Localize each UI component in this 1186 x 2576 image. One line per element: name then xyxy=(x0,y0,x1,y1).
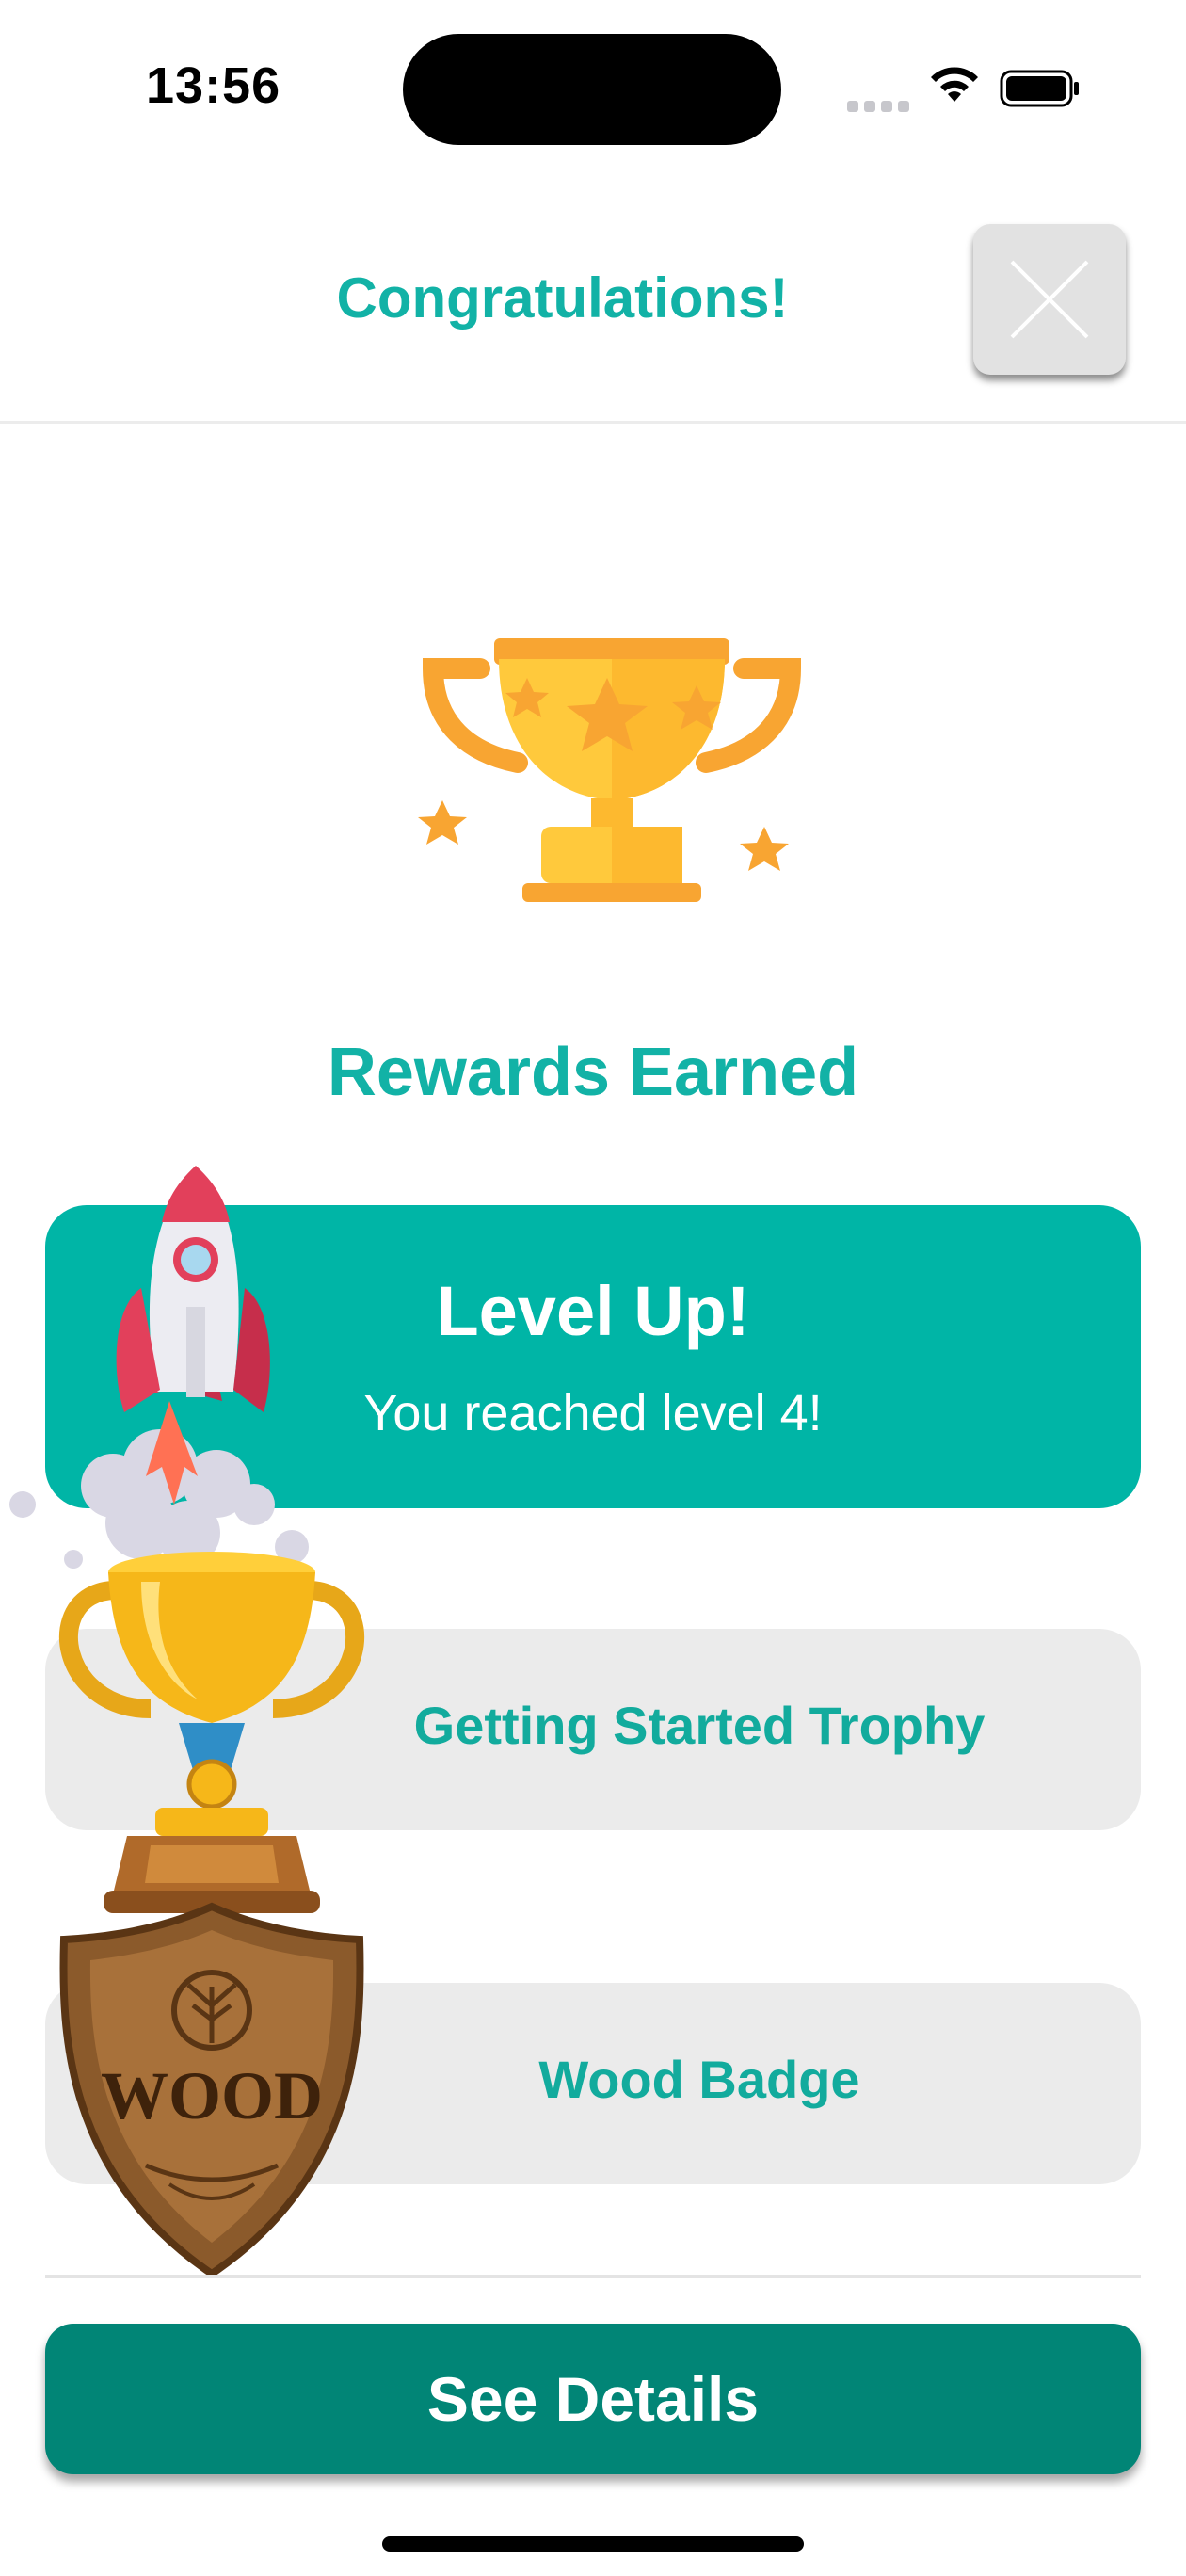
rocket-icon xyxy=(9,1166,309,1569)
page-title: Congratulations! xyxy=(336,266,789,330)
footer-divider xyxy=(45,2275,1141,2278)
home-indicator[interactable] xyxy=(382,2536,804,2552)
battery-icon xyxy=(1000,70,1079,107)
gold-trophy-icon xyxy=(58,1552,365,1913)
rewards-screen: 13:56 Congratulations! Rewards Earned Le… xyxy=(0,0,1186,2576)
status-time: 13:56 xyxy=(146,57,281,114)
close-icon xyxy=(1010,260,1089,339)
status-icons xyxy=(847,64,1092,112)
header-divider xyxy=(0,421,1186,424)
cellular-icon xyxy=(847,100,915,117)
see-details-button[interactable]: See Details xyxy=(45,2324,1141,2474)
dynamic-island xyxy=(403,34,781,145)
wood-badge-icon: WOOD xyxy=(59,1902,364,2278)
section-title: Rewards Earned xyxy=(327,1035,859,1110)
wifi-icon xyxy=(931,67,978,102)
wood-badge-text: WOOD xyxy=(101,2058,323,2133)
trophy-icon xyxy=(418,638,802,902)
close-button[interactable] xyxy=(973,224,1126,375)
